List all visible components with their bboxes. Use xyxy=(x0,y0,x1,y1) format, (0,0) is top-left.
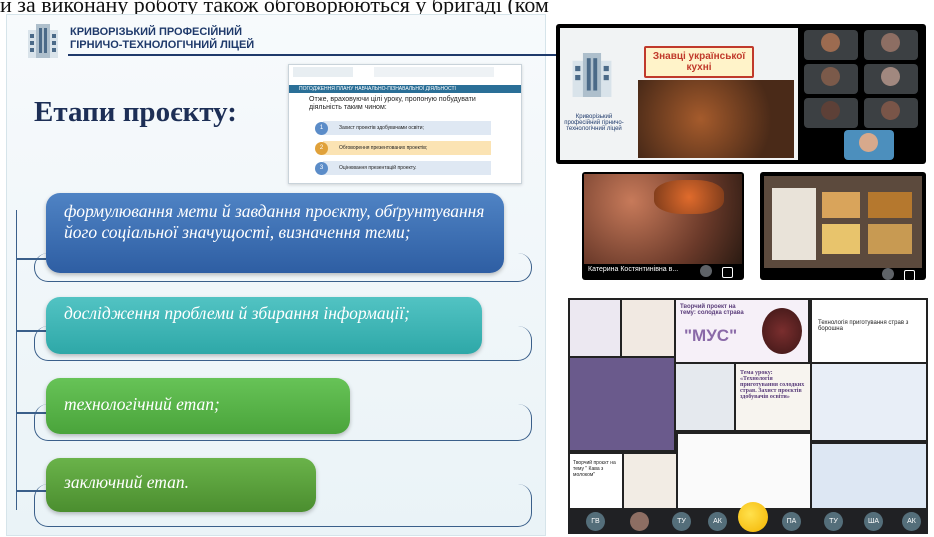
participants-bar: ГВ ТУ АК ПА ТУ ША АК xyxy=(568,502,928,534)
slide-text-panel xyxy=(772,188,816,260)
participant-tile xyxy=(804,30,858,60)
stage-3: технологічний етап; xyxy=(46,378,350,434)
participant-avatar xyxy=(881,67,900,86)
header-underline xyxy=(68,54,268,56)
shared-slide: Криворізький професійний гірничо-техноло… xyxy=(560,28,798,160)
participant-tile xyxy=(864,64,918,94)
participant-avatar: ТУ xyxy=(824,512,843,531)
connector-line xyxy=(268,54,556,56)
step-label: Обговорення презентованих проектів; xyxy=(339,145,428,151)
meeting-slide-title: Знавці української кухні xyxy=(644,46,754,78)
mic-off-icon xyxy=(700,265,712,277)
inset-step-1: 1 Захист проектів здобувачами освіти; xyxy=(315,121,491,135)
participant-avatar xyxy=(881,33,900,52)
mus-project-slide: Творчий проект на тему: солодка страва "… xyxy=(676,300,808,362)
fullscreen-icon[interactable] xyxy=(904,270,915,280)
participant-avatar: ТУ xyxy=(672,512,691,531)
step-label: Захист проектів здобувачами освіти; xyxy=(339,125,424,131)
dessert-photo xyxy=(762,308,802,354)
collage-panel xyxy=(570,358,674,450)
participant-tile xyxy=(864,30,918,60)
participant-avatar xyxy=(821,101,840,120)
mus-title: Творчий проект на тему: солодка страва xyxy=(680,304,744,316)
food-photo xyxy=(822,192,860,218)
inset-step-2: 2 Обговорення презентованих проектів; xyxy=(315,141,491,155)
stages-bracket xyxy=(16,210,25,510)
collage-school-card xyxy=(676,364,734,430)
inset-slide-thumbnail: ПОГОДЖЕННЯ ПЛАНУ НАВЧАЛЬНО-ПІЗНАВАЛЬНОЇ … xyxy=(288,64,522,184)
collage-doc xyxy=(570,300,620,356)
food-photo xyxy=(868,192,912,218)
participant-tile xyxy=(804,64,858,94)
food-photo xyxy=(638,80,794,158)
participant-tile xyxy=(864,98,918,128)
dish-image xyxy=(654,180,724,214)
participant-avatar xyxy=(821,67,840,86)
collage-doc xyxy=(622,300,674,356)
coffee-title: Творчий проєкт на тему " Кава з молоком" xyxy=(573,460,616,478)
screen-share-food: Катерина Костянтинівна в... xyxy=(582,172,744,280)
inset-text: Отже, враховуючи цілі уроку, пропоную по… xyxy=(309,96,476,111)
participant-avatar: ША xyxy=(864,512,883,531)
collage-doc xyxy=(678,434,810,508)
coffee-project-card: Творчий проєкт на тему " Кава з молоком" xyxy=(570,454,622,508)
screen-share-document xyxy=(760,172,926,280)
active-speaker-tile xyxy=(844,130,894,160)
food-photo xyxy=(868,224,912,254)
smiley-emoji-icon xyxy=(738,502,768,532)
collage-doc-right2 xyxy=(812,364,926,440)
participant-avatar xyxy=(859,133,878,152)
participant-avatar: АК xyxy=(902,512,921,531)
school-name: Криворізький професійний гірничо-техноло… xyxy=(564,114,624,132)
school-name: КРИВОРІЗЬКИЙ ПРОФЕСІЙНИЙ ГІРНИЧО-ТЕХНОЛО… xyxy=(70,26,254,52)
step-number: 3 xyxy=(315,162,328,175)
participant-avatar xyxy=(821,33,840,52)
participant-avatar xyxy=(881,101,900,120)
participant-tile xyxy=(804,98,858,128)
lesson-topic: Тема уроку: «Технологія приготування сол… xyxy=(740,370,805,400)
school-name-line2: ГІРНИЧО-ТЕХНОЛОГІЧНИЙ ЛІЦЕЙ xyxy=(70,39,255,51)
project-collage: Творчий проект на тему: солодка страва "… xyxy=(568,298,928,534)
slide-title: Етапи проєкту: xyxy=(34,96,237,128)
school-name-line1: КРИВОРІЗЬКИЙ ПРОФЕСІЙНИЙ xyxy=(70,26,242,38)
collage-doc xyxy=(812,444,926,508)
food-photo xyxy=(822,224,860,254)
step-number: 1 xyxy=(315,122,328,135)
collage-topic: Технологія приготування страв з борошна xyxy=(818,320,909,332)
participant-caption: Катерина Костянтинівна в... xyxy=(588,266,679,273)
stage-1: формулювання мети й завдання проєкту, об… xyxy=(46,193,504,273)
participant-avatar xyxy=(630,512,649,531)
stage-4: заключний етап. xyxy=(46,458,316,512)
collage-lesson-card: Тема уроку: «Технологія приготування сол… xyxy=(736,364,810,430)
mic-off-icon xyxy=(882,268,894,280)
video-meeting-screenshot: Криворізький професійний гірничо-техноло… xyxy=(556,24,926,164)
participant-avatar: ПА xyxy=(782,512,801,531)
collage-doc-right: Технологія приготування страв з борошна xyxy=(812,300,926,362)
school-building-logo xyxy=(28,24,58,58)
fullscreen-icon[interactable] xyxy=(722,267,733,278)
step-number: 2 xyxy=(315,142,328,155)
stage-2: дослідження проблеми й збирання інформац… xyxy=(46,297,482,354)
step-label: Оцінювання презентацій проекту. xyxy=(339,165,417,171)
mus-name: "МУС" xyxy=(684,326,738,345)
participant-avatar: ГВ xyxy=(586,512,605,531)
school-building-logo xyxy=(572,53,612,97)
inset-header xyxy=(293,67,517,79)
participant-avatar: АК xyxy=(708,512,727,531)
inset-step-3: 3 Оцінювання презентацій проекту. xyxy=(315,161,491,175)
collage-doc xyxy=(624,454,676,508)
inset-band-title: ПОГОДЖЕННЯ ПЛАНУ НАВЧАЛЬНО-ПІЗНАВАЛЬНОЇ … xyxy=(289,85,521,93)
